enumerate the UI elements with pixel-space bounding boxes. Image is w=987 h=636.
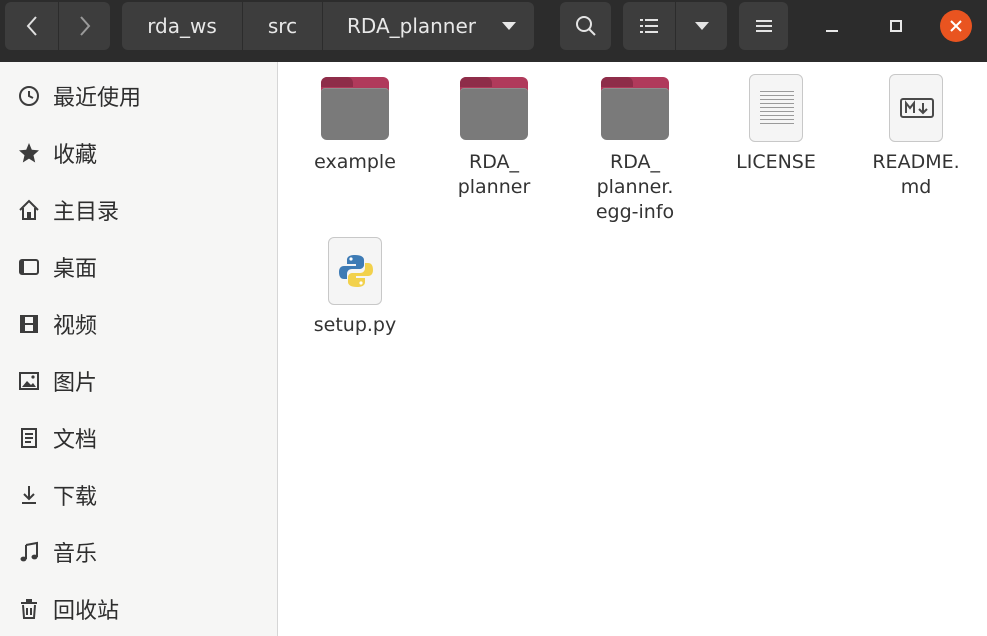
file-item-license[interactable]: LICENSE [716,74,836,175]
download-icon [17,483,41,507]
folder-icon [599,74,671,146]
file-item-rda-planner-egg-info[interactable]: RDA_ planner. egg-info [575,74,695,225]
close-icon [950,20,962,32]
sidebar-item-desktop[interactable]: 桌面 [0,239,277,295]
sidebar-item-videos[interactable]: 视频 [0,296,277,352]
hamburger-icon [755,20,772,32]
folder-icon [319,74,391,146]
caret-down-icon [502,22,517,30]
chevron-right-icon [79,16,90,36]
sidebar: 最近使用 收藏 主目录 桌面 视频 图片 文档 下载 音乐 回收站 [0,62,278,636]
breadcrumb-rda-ws[interactable]: rda_ws [122,2,242,50]
file-name: LICENSE [736,151,816,173]
minimize-button[interactable] [816,10,848,42]
sidebar-item-label: 主目录 [53,200,120,225]
sidebar-item-downloads[interactable]: 下载 [0,467,277,523]
breadcrumb-label: RDA_planner [347,14,477,38]
file-item-setup-py[interactable]: setup.py [295,237,415,338]
star-icon [17,141,41,165]
forward-button[interactable] [59,2,110,50]
file-name: RDA_ planner [457,151,531,198]
breadcrumb-src[interactable]: src [243,2,322,50]
header-bar: rda_ws src RDA_planner [0,0,987,62]
markdown-file-icon [880,74,952,146]
file-manager-window: rda_ws src RDA_planner 最近使用 收藏 主目录 桌面 视频… [0,0,987,636]
file-name: RDA_ planner. egg-info [595,151,675,223]
sidebar-item-label: 下载 [53,485,98,510]
sidebar-item-label: 桌面 [53,257,98,282]
breadcrumb-label: src [267,14,298,38]
search-icon [575,16,596,36]
picture-icon [17,369,41,393]
maximize-icon [890,20,902,32]
sidebar-item-starred[interactable]: 收藏 [0,125,277,181]
list-view-button[interactable] [623,2,675,50]
text-file-icon [740,74,812,146]
search-button[interactable] [560,2,611,50]
video-icon [17,312,41,336]
file-item-readme[interactable]: README. md [856,74,976,200]
breadcrumb-rda-planner[interactable]: RDA_planner [323,2,534,50]
file-item-rda-planner[interactable]: RDA_ planner [434,74,554,200]
minimize-icon [826,30,838,32]
chevron-left-icon [26,16,37,36]
menu-button[interactable] [739,2,788,50]
music-icon [17,540,41,564]
maximize-button[interactable] [880,10,912,42]
breadcrumb-label: rda_ws [147,14,217,38]
clock-icon [17,84,41,108]
file-item-example[interactable]: example [295,74,415,175]
sidebar-item-label: 回收站 [53,599,120,624]
back-button[interactable] [5,2,58,50]
sidebar-item-home[interactable]: 主目录 [0,182,277,238]
sidebar-item-label: 最近使用 [53,86,142,111]
file-name: setup.py [313,314,397,336]
sidebar-item-recent[interactable]: 最近使用 [0,68,277,124]
sidebar-item-documents[interactable]: 文档 [0,410,277,466]
sidebar-item-music[interactable]: 音乐 [0,524,277,580]
document-icon [17,426,41,450]
file-name: README. md [872,151,960,198]
file-grid: example RDA_ planner RDA_ planner. egg-i… [279,62,987,636]
list-view-icon [640,19,658,33]
sidebar-item-label: 收藏 [53,143,98,168]
desktop-icon [17,255,41,279]
file-name: example [314,151,396,173]
trash-icon [17,597,41,621]
sidebar-item-label: 音乐 [53,542,98,567]
sidebar-item-pictures[interactable]: 图片 [0,353,277,409]
caret-down-icon [694,22,709,30]
python-file-icon [319,237,391,309]
sidebar-item-label: 视频 [53,314,98,339]
view-options-button[interactable] [676,2,727,50]
folder-icon [458,74,530,146]
home-icon [17,198,41,222]
sidebar-item-label: 图片 [53,371,98,396]
sidebar-item-label: 文档 [53,428,98,453]
close-button[interactable] [940,10,972,42]
sidebar-item-trash[interactable]: 回收站 [0,581,277,636]
